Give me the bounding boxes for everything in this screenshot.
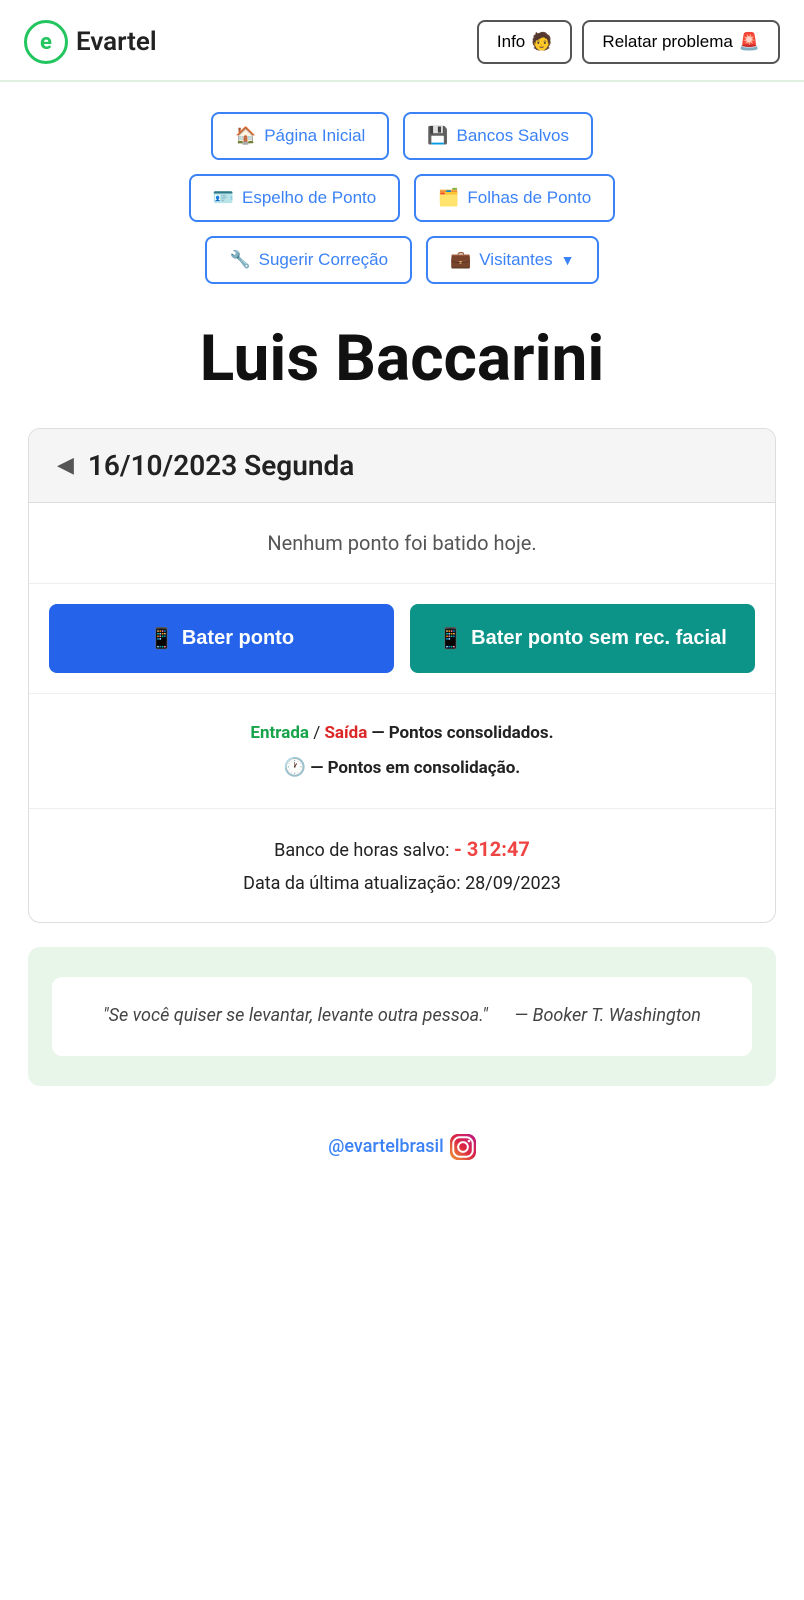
bancos-salvos-emoji: 💾: [427, 126, 448, 146]
legend-section: Entrada / Saída — Pontos consolidados. 🕐…: [29, 694, 775, 809]
visitantes-emoji: 💼: [450, 250, 471, 270]
bancos-salvos-button[interactable]: 💾 Bancos Salvos: [403, 112, 593, 160]
pontos-consolidados-label: — Pontos consolidados.: [372, 723, 554, 743]
logo-area: e Evartel: [24, 20, 157, 64]
bater-ponto-label: Bater ponto: [182, 627, 294, 650]
instagram-handle: @evartelbrasil: [328, 1136, 444, 1157]
quote-section: "Se você quiser se levantar, levante out…: [28, 947, 776, 1086]
espelho-ponto-button[interactable]: 🪪 Espelho de Ponto: [189, 174, 400, 222]
nav-row-1: 🏠 Página Inicial 💾 Bancos Salvos: [211, 112, 593, 160]
visitantes-label: Visitantes: [479, 250, 552, 270]
footer: @evartelbrasil: [0, 1106, 804, 1200]
ultima-atualizacao-label: Data da última atualização:: [243, 873, 460, 894]
entrada-label: Entrada: [250, 723, 309, 743]
espelho-ponto-label: Espelho de Ponto: [242, 188, 376, 208]
folhas-ponto-label: Folhas de Ponto: [467, 188, 591, 208]
bater-ponto-sem-facial-button[interactable]: 📱 Bater ponto sem rec. facial: [410, 604, 755, 673]
info-label: Info: [497, 32, 525, 52]
nav-row-2: 🪪 Espelho de Ponto 🗂️ Folhas de Ponto: [189, 174, 615, 222]
action-buttons: 📱 Bater ponto 📱 Bater ponto sem rec. fac…: [29, 584, 775, 694]
sugerir-correcao-emoji: 🔧: [229, 250, 250, 270]
main-card: ◀ 16/10/2023 Segunda Nenhum ponto foi ba…: [28, 428, 776, 923]
legend-consolidated: Entrada / Saída — Pontos consolidados.: [57, 716, 747, 750]
report-problem-button[interactable]: Relatar problema 🚨: [582, 20, 780, 64]
ultima-atualizacao-date: 28/09/2023: [465, 873, 561, 894]
visitantes-button[interactable]: 💼 Visitantes ▼: [426, 236, 598, 284]
pontos-consolidacao-label: — Pontos em consolidação.: [310, 758, 520, 778]
banco-horas-line: Banco de horas salvo: - 312:47: [57, 831, 747, 867]
report-emoji: 🚨: [739, 32, 760, 52]
pagina-inicial-label: Página Inicial: [264, 126, 365, 146]
quote-inner: "Se você quiser se levantar, levante out…: [52, 977, 752, 1056]
quote-author: — Booker T. Washington: [514, 1005, 701, 1026]
app-name: Evartel: [76, 27, 157, 57]
header: e Evartel Info 🧑 Relatar problema 🚨: [0, 0, 804, 82]
bater-ponto-emoji: 📱: [149, 626, 174, 651]
user-name-section: Luis Baccarini: [0, 294, 804, 404]
date-header: ◀ 16/10/2023 Segunda: [29, 429, 775, 503]
user-name: Luis Baccarini: [20, 324, 784, 394]
banco-horas-label: Banco de horas salvo:: [274, 840, 449, 861]
legend-consolidating: 🕐 — Pontos em consolidação.: [57, 750, 747, 786]
ultima-atualizacao-line: Data da última atualização: 28/09/2023: [57, 868, 747, 900]
bater-ponto-button[interactable]: 📱 Bater ponto: [49, 604, 394, 673]
no-point-message: Nenhum ponto foi batido hoje.: [29, 503, 775, 584]
saida-label: Saída: [324, 723, 367, 743]
nav-section: 🏠 Página Inicial 💾 Bancos Salvos 🪪 Espel…: [0, 82, 804, 294]
sugerir-correcao-label: Sugerir Correção: [259, 250, 388, 270]
clock-icon: 🕐: [284, 757, 306, 778]
current-date: 16/10/2023 Segunda: [88, 449, 354, 482]
folhas-ponto-emoji: 🗂️: [438, 188, 459, 208]
banco-horas-section: Banco de horas salvo: - 312:47 Data da ú…: [29, 809, 775, 922]
info-button[interactable]: Info 🧑: [477, 20, 573, 64]
header-buttons: Info 🧑 Relatar problema 🚨: [477, 20, 780, 64]
prev-date-arrow[interactable]: ◀: [57, 453, 74, 478]
sugerir-correcao-button[interactable]: 🔧 Sugerir Correção: [205, 236, 412, 284]
pagina-inicial-emoji: 🏠: [235, 126, 256, 146]
folhas-ponto-button[interactable]: 🗂️ Folhas de Ponto: [414, 174, 615, 222]
instagram-link[interactable]: @evartelbrasil: [20, 1134, 784, 1160]
report-label: Relatar problema: [602, 32, 732, 52]
bater-sem-label: Bater ponto sem rec. facial: [471, 627, 727, 650]
instagram-icon: [450, 1134, 476, 1160]
bancos-salvos-label: Bancos Salvos: [457, 126, 569, 146]
visitantes-dropdown-icon: ▼: [561, 252, 575, 268]
info-emoji: 🧑: [531, 32, 552, 52]
quote-text: "Se você quiser se levantar, levante out…: [80, 1001, 724, 1032]
bater-sem-emoji: 📱: [438, 626, 463, 651]
nav-row-3: 🔧 Sugerir Correção 💼 Visitantes ▼: [205, 236, 598, 284]
evartel-logo-icon: e: [24, 20, 68, 64]
espelho-ponto-emoji: 🪪: [213, 188, 234, 208]
banco-horas-value: - 312:47: [454, 837, 530, 861]
pagina-inicial-button[interactable]: 🏠 Página Inicial: [211, 112, 389, 160]
